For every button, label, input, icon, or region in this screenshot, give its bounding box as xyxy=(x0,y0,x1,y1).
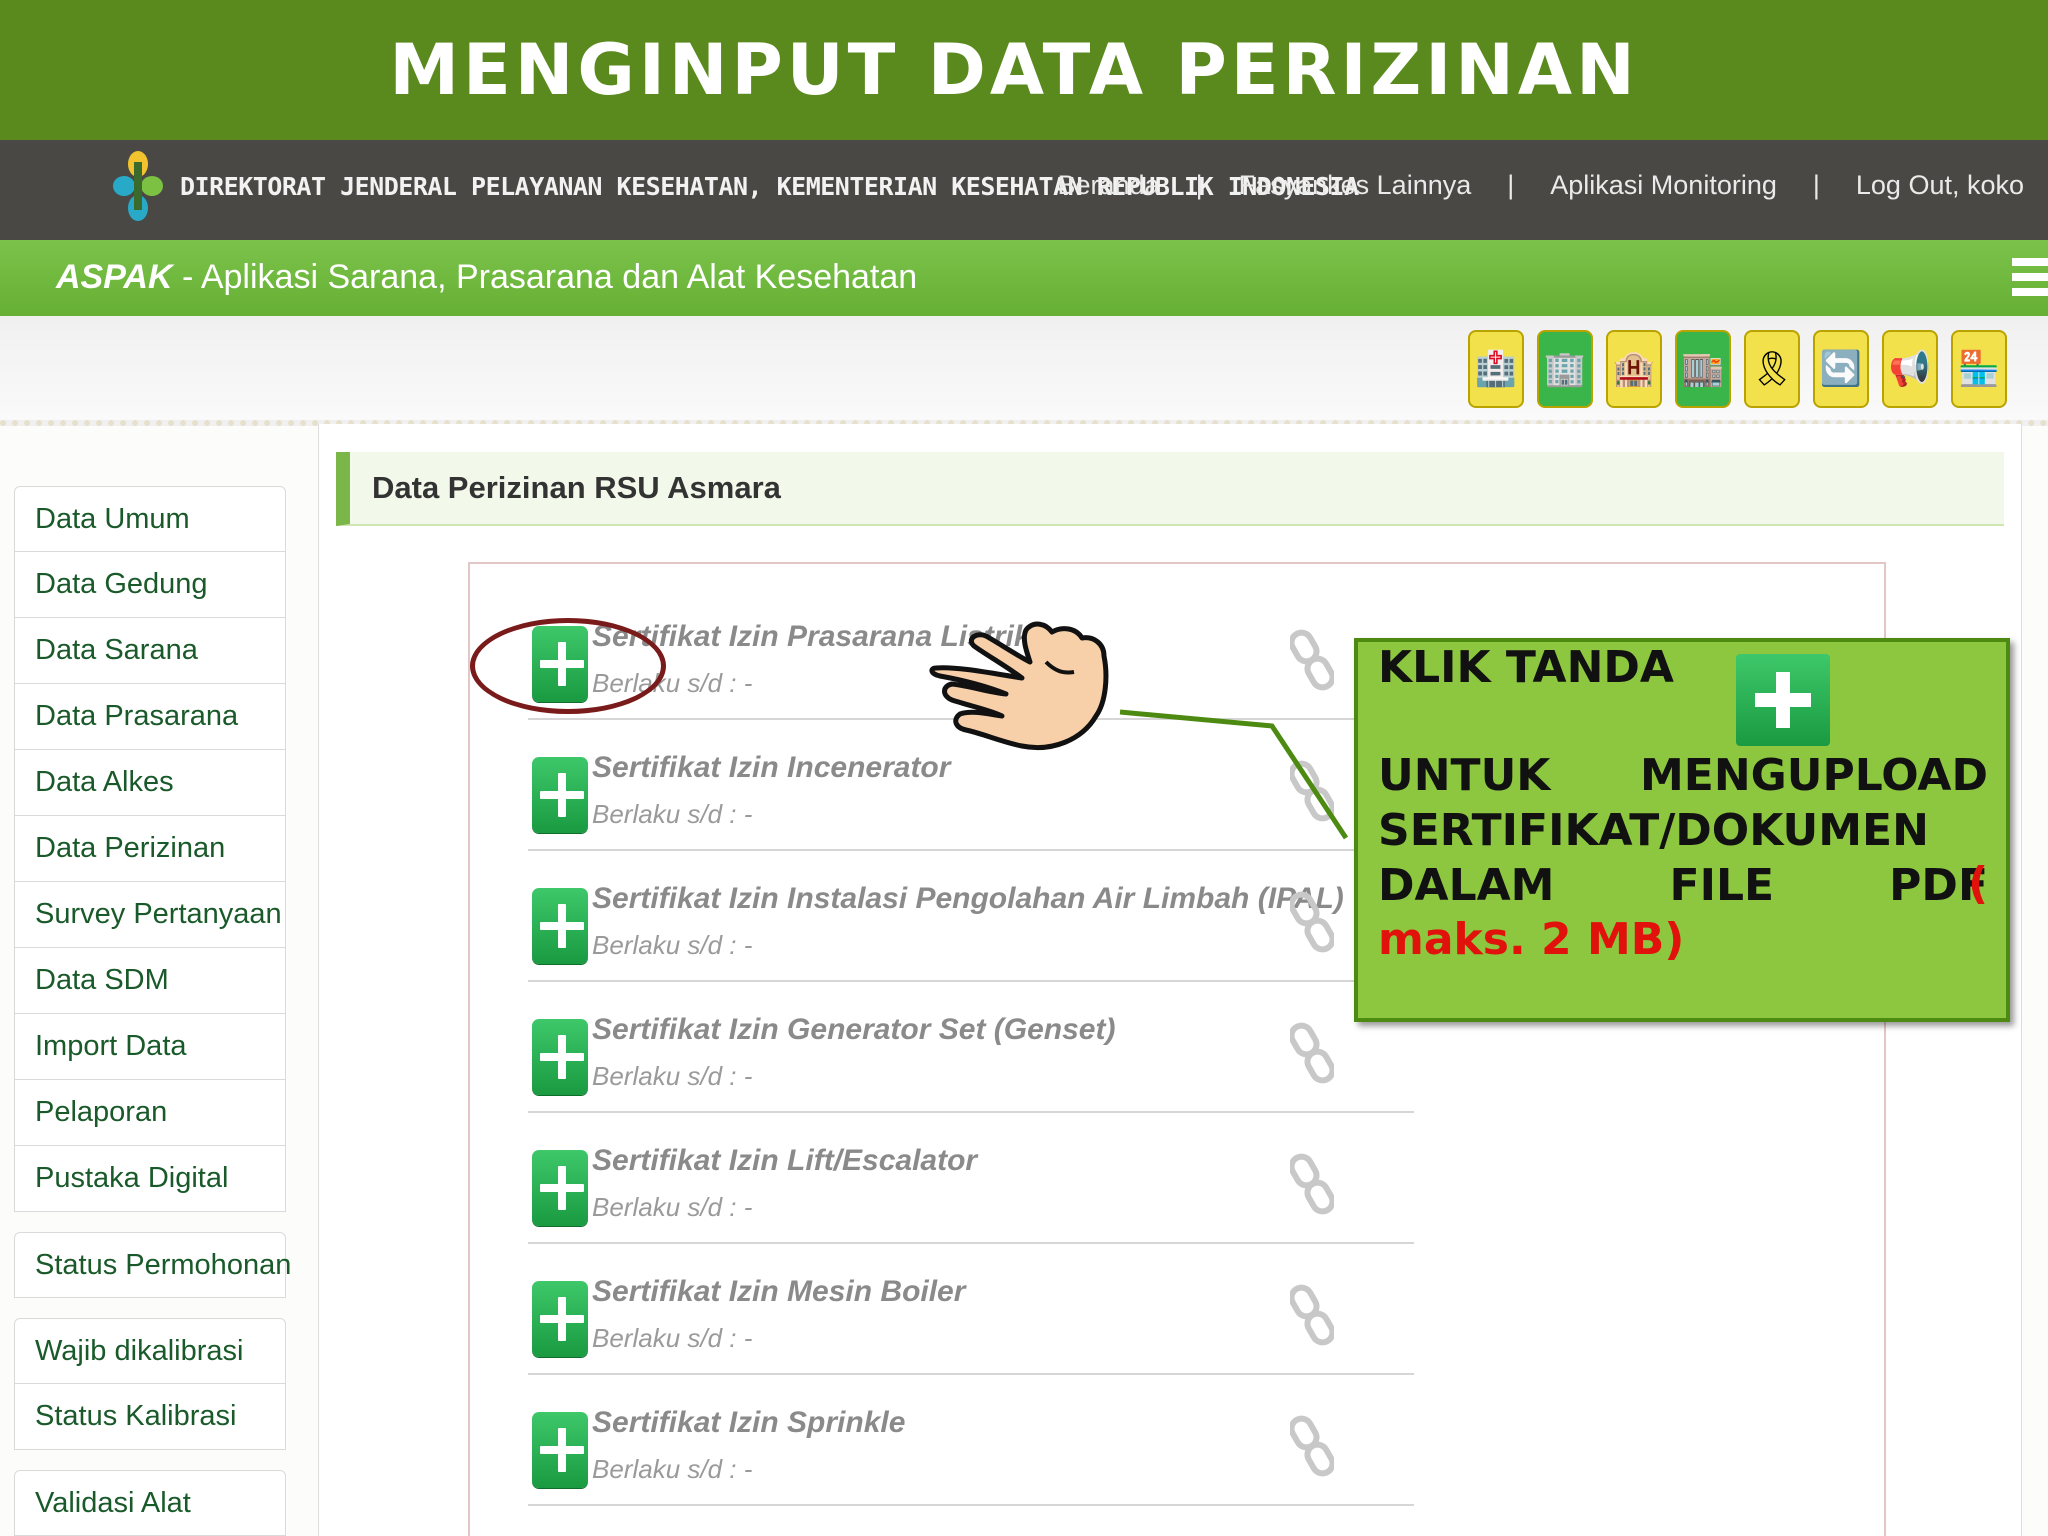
sidebar-item-pustaka-digital[interactable]: Pustaka Digital xyxy=(14,1146,286,1212)
sidebar-group-validasi: Validasi Alat xyxy=(14,1470,286,1536)
sidebar-item-wajib-dikalibrasi[interactable]: Wajib dikalibrasi xyxy=(14,1318,286,1384)
verified-building-icon[interactable]: 🏨 xyxy=(1606,330,1662,408)
callout-size-limit: maks. 2 MB) xyxy=(1378,914,1685,965)
sidebar-item-data-prasarana[interactable]: Data Prasarana xyxy=(14,684,286,750)
sidebar-group-permohonan: Status Permohonan xyxy=(14,1232,291,1298)
permit-title: Sertifikat Izin Sprinkle xyxy=(592,1406,906,1439)
sidebar-item-import-data[interactable]: Import Data xyxy=(14,1014,286,1080)
sidebar-item-status-permohonan[interactable]: Status Permohonan xyxy=(14,1232,291,1298)
link-icon[interactable] xyxy=(1290,1152,1334,1216)
add-document-button[interactable] xyxy=(532,1150,588,1226)
permit-title: Sertifikat Izin Generator Set (Genset) xyxy=(592,1013,1116,1046)
add-document-button[interactable] xyxy=(532,757,588,833)
permit-title: Sertifikat Izin Instalasi Pengolahan Air… xyxy=(592,882,1344,915)
toolbar-area xyxy=(0,316,2048,426)
verified-clinic-icon[interactable]: 🏬 xyxy=(1675,330,1731,408)
sidebar-item-status-kalibrasi[interactable]: Status Kalibrasi xyxy=(14,1384,286,1450)
permit-validity: Berlaku s/d : - xyxy=(592,1061,753,1091)
highlight-circle xyxy=(470,618,666,714)
sidebar-item-validasi-alat[interactable]: Validasi Alat xyxy=(14,1470,286,1536)
permit-row: Sertifikat Izin Instalasi Pengolahan Air… xyxy=(528,852,1414,982)
callout-paren: ( xyxy=(1968,858,1989,909)
nav-link-aplikasi-monitoring[interactable]: Aplikasi Monitoring xyxy=(1550,170,1777,201)
ministry-logo-icon xyxy=(113,151,163,221)
nav-link-fasyankes-lainnya[interactable]: Fasyankes Lainnya xyxy=(1239,170,1472,201)
sidebar-item-data-alkes[interactable]: Data Alkes xyxy=(14,750,286,816)
link-icon[interactable] xyxy=(1290,1283,1334,1347)
sidebar-item-data-sarana[interactable]: Data Sarana xyxy=(14,618,286,684)
app-brand: ASPAK xyxy=(56,258,173,296)
add-document-button[interactable] xyxy=(532,1019,588,1095)
top-navigation: Beranda | Fasyankes Lainnya | Aplikasi M… xyxy=(1058,170,2025,201)
nav-link-logout[interactable]: Log Out, koko xyxy=(1856,170,2024,201)
clinic-building-icon[interactable]: 🏢 xyxy=(1537,330,1593,408)
plus-icon xyxy=(1736,654,1830,746)
sidebar-item-data-umum[interactable]: Data Umum xyxy=(14,486,286,552)
sidebar-item-data-perizinan[interactable]: Data Perizinan xyxy=(14,816,286,882)
link-icon[interactable] xyxy=(1290,1414,1334,1478)
link-icon[interactable] xyxy=(1290,1021,1334,1085)
permit-row: Sertifikat Izin Mesin Boiler Berlaku s/d … xyxy=(528,1245,1414,1375)
permit-validity: Berlaku s/d : - xyxy=(592,1323,753,1353)
sidebar-item-survey-pertanyaan[interactable]: Survey Pertanyaan xyxy=(14,882,286,948)
callout-text: UNTUK MENGUPLOAD SERTIFIKAT/DOKUMEN DALA… xyxy=(1378,750,1988,911)
hospital-building-icon[interactable]: 🏥 xyxy=(1468,330,1524,408)
nav-separator: | xyxy=(1507,170,1515,200)
sidebar-item-data-sdm[interactable]: Data SDM xyxy=(14,948,286,1014)
link-icon[interactable] xyxy=(1290,890,1334,954)
slide-title: MENGINPUT DATA PERIZINAN xyxy=(389,29,1639,111)
page-title: Data Perizinan RSU Asmara xyxy=(372,470,781,505)
permit-validity: Berlaku s/d : - xyxy=(592,930,753,960)
slide-banner: MENGINPUT DATA PERIZINAN xyxy=(0,0,2048,140)
link-icon[interactable] xyxy=(1290,628,1334,692)
award-ribbon-icon[interactable]: 🎗 xyxy=(1744,330,1800,408)
nav-separator: | xyxy=(1195,170,1203,200)
permit-row: Sertifikat Izin Sprinkle Berlaku s/d : - xyxy=(528,1376,1414,1506)
nav-link-beranda[interactable]: Beranda xyxy=(1058,170,1160,201)
sidebar: Data Umum Data Gedung Data Sarana Data Pras… xyxy=(14,486,291,1536)
nav-separator: | xyxy=(1812,170,1820,200)
permit-title: Sertifikat Izin Incenerator xyxy=(592,751,951,784)
refresh-arrows-icon[interactable]: 🔄 xyxy=(1813,330,1869,408)
add-document-button[interactable] xyxy=(532,1281,588,1357)
shop-building-icon[interactable]: 🏪 xyxy=(1951,330,2007,408)
app-name: ASPAK - Aplikasi Sarana, Prasarana dan A… xyxy=(56,258,917,297)
sidebar-group-data: Data Umum Data Gedung Data Sarana Data Pras… xyxy=(14,486,286,1212)
sidebar-group-kalibrasi: Wajib dikalibrasi Status Kalibrasi xyxy=(14,1318,286,1450)
hamburger-menu-icon[interactable] xyxy=(2012,254,2048,300)
permit-row: Sertifikat Izin Generator Set (Genset) Be… xyxy=(528,983,1414,1113)
link-icon[interactable] xyxy=(1290,759,1334,823)
callout-heading: KLIK TANDA xyxy=(1378,642,1674,693)
permit-validity: Berlaku s/d : - xyxy=(592,1192,753,1222)
sidebar-item-pelaporan[interactable]: Pelaporan xyxy=(14,1080,286,1146)
permit-validity: Berlaku s/d : - xyxy=(592,1454,753,1484)
pointing-hand-icon xyxy=(929,621,1109,750)
add-document-button[interactable] xyxy=(532,888,588,964)
permit-row: Sertifikat Izin Lift/Escalator Berlaku s/… xyxy=(528,1114,1414,1244)
app-tagline: - Aplikasi Sarana, Prasarana dan Alat Ke… xyxy=(172,258,918,296)
add-document-button[interactable] xyxy=(532,1412,588,1488)
permit-title: Sertifikat Izin Mesin Boiler xyxy=(592,1275,966,1308)
megaphone-icon[interactable]: 📢 xyxy=(1882,330,1938,408)
sidebar-item-data-gedung[interactable]: Data Gedung xyxy=(14,552,286,618)
permit-validity: Berlaku s/d : - xyxy=(592,799,753,829)
permit-title: Sertifikat Izin Lift/Escalator xyxy=(592,1144,978,1177)
